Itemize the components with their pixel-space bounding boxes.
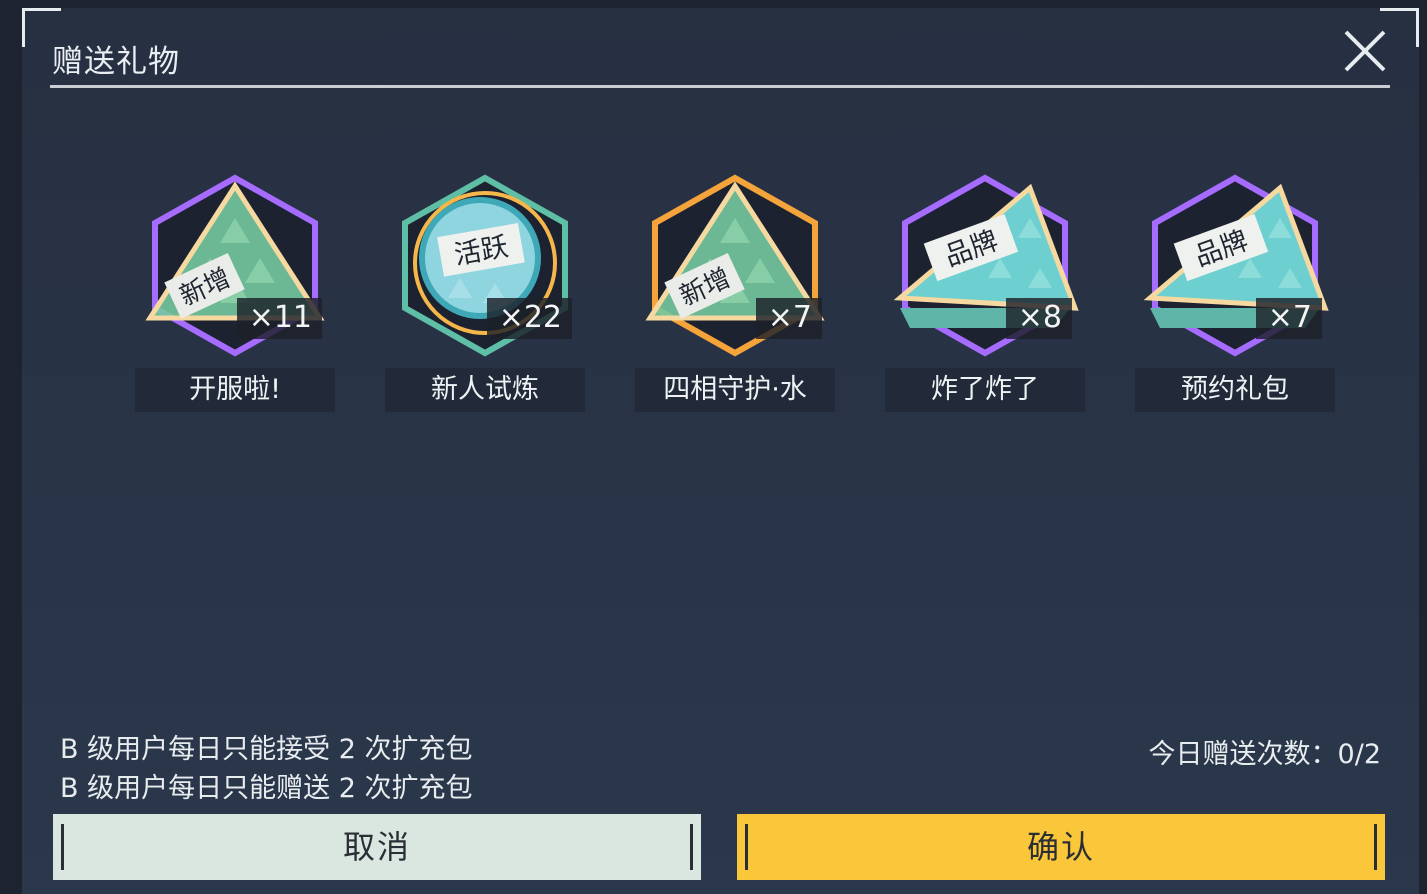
gift-dialog: 赠送礼物 新增 ×11 开服啦! 活跃 ×22 新人试炼 新增 ×7 四相守护·… [22, 8, 1419, 894]
gift-count: ×7 [755, 298, 822, 339]
close-button[interactable] [1340, 26, 1390, 76]
close-icon [1344, 30, 1386, 72]
title-divider [50, 85, 1390, 88]
gift-name: 四相守护·水 [635, 368, 835, 412]
confirm-button[interactable]: 确认 [737, 814, 1385, 880]
cancel-button[interactable]: 取消 [53, 814, 701, 880]
gift-name: 新人试炼 [385, 368, 585, 412]
receive-limit-text: B 级用户每日只能接受 2 次扩充包 [60, 734, 473, 765]
daily-send-count: 今日赠送次数：0/2 [1148, 739, 1381, 770]
gift-name: 炸了炸了 [885, 368, 1085, 412]
gift-count: ×8 [1005, 298, 1072, 339]
gift-item[interactable]: 新增 ×7 四相守护·水 [630, 158, 840, 418]
gift-name: 开服啦! [135, 368, 335, 412]
gift-item[interactable]: 新增 ×11 开服啦! [130, 158, 340, 418]
gift-count: ×7 [1255, 298, 1322, 339]
gift-count: ×11 [236, 298, 322, 339]
gift-list: 新增 ×11 开服啦! 活跃 ×22 新人试炼 新增 ×7 四相守护·水 品牌 … [22, 158, 1419, 428]
gift-name: 预约礼包 [1135, 368, 1335, 412]
rules-text: B 级用户每日只能接受 2 次扩充包 B 级用户每日只能赠送 2 次扩充包 [60, 730, 472, 808]
gift-item[interactable]: 品牌 ×7 预约礼包 [1130, 158, 1340, 418]
gift-item[interactable]: 活跃 ×22 新人试炼 [380, 158, 590, 418]
gift-item[interactable]: 品牌 ×8 炸了炸了 [880, 158, 1090, 418]
send-limit-text: B 级用户每日只能赠送 2 次扩充包 [60, 773, 473, 804]
gift-count: ×22 [486, 298, 572, 339]
dialog-title: 赠送礼物 [52, 44, 180, 80]
